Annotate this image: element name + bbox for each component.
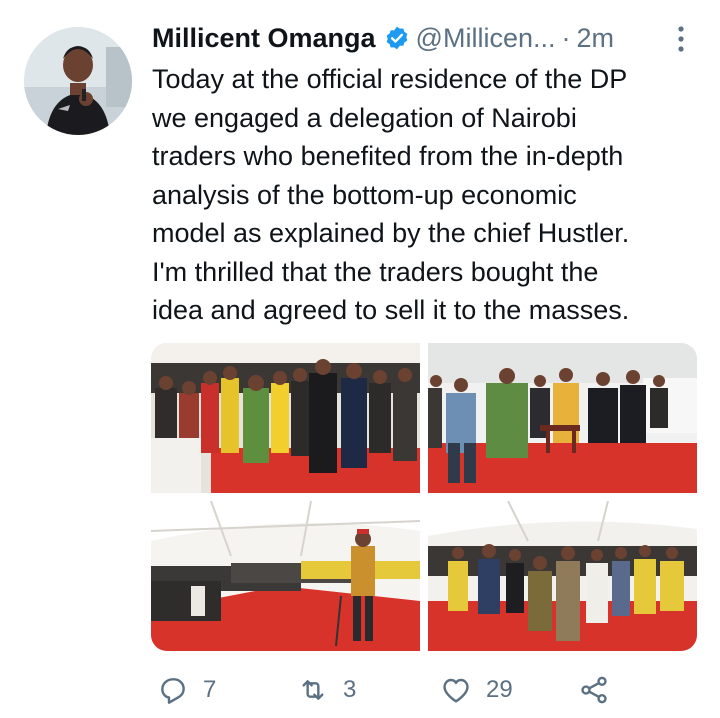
header-separator: · xyxy=(561,22,571,53)
photo-grid xyxy=(151,343,697,651)
photo-3[interactable] xyxy=(151,501,420,651)
retweet-count: 3 xyxy=(343,676,357,703)
author-handle[interactable]: @Millicen... xyxy=(416,23,556,54)
reply-icon xyxy=(161,678,185,704)
tweet-text-line: we engaged a delegation of Nairobi xyxy=(152,102,577,133)
tweet-text-line: Today at the official residence of the D… xyxy=(152,64,628,94)
share-icon xyxy=(581,676,607,704)
verified-badge-icon xyxy=(384,25,410,51)
tweet-text: Today at the official residence of the D… xyxy=(152,60,704,330)
retweet-button[interactable]: 3 xyxy=(297,668,356,712)
share-button[interactable] xyxy=(578,668,624,712)
reply-count: 7 xyxy=(203,676,217,703)
tweet-text-line: analysis of the bottom-up economic xyxy=(152,179,577,210)
tweet-actions: 7 3 29 xyxy=(0,668,720,712)
photo-1[interactable] xyxy=(151,343,420,493)
tweet-header: Millicent Omanga @Millicen... · 2m xyxy=(152,20,614,56)
avatar-photo xyxy=(24,27,132,135)
photo-2[interactable] xyxy=(428,343,697,493)
photo-4[interactable] xyxy=(428,501,697,651)
reply-button[interactable]: 7 xyxy=(157,668,216,712)
retweet-icon xyxy=(302,680,324,700)
like-button[interactable]: 29 xyxy=(440,668,513,712)
like-icon xyxy=(443,678,469,703)
tweet-timestamp[interactable]: 2m xyxy=(576,23,614,54)
tweet-text-line: idea and agreed to sell it to the masses… xyxy=(152,295,630,325)
tweet-text-line: model as explained by the chief Hustler. xyxy=(152,218,630,248)
tweet-text-line: traders who benefited from the in-depth xyxy=(152,141,624,171)
author-avatar[interactable] xyxy=(24,27,132,135)
more-vertical-icon[interactable] xyxy=(672,22,690,56)
tweet-text-line: I'm thrilled that the traders bought the xyxy=(152,256,599,287)
like-count: 29 xyxy=(486,676,513,703)
author-name[interactable]: Millicent Omanga xyxy=(152,23,376,54)
